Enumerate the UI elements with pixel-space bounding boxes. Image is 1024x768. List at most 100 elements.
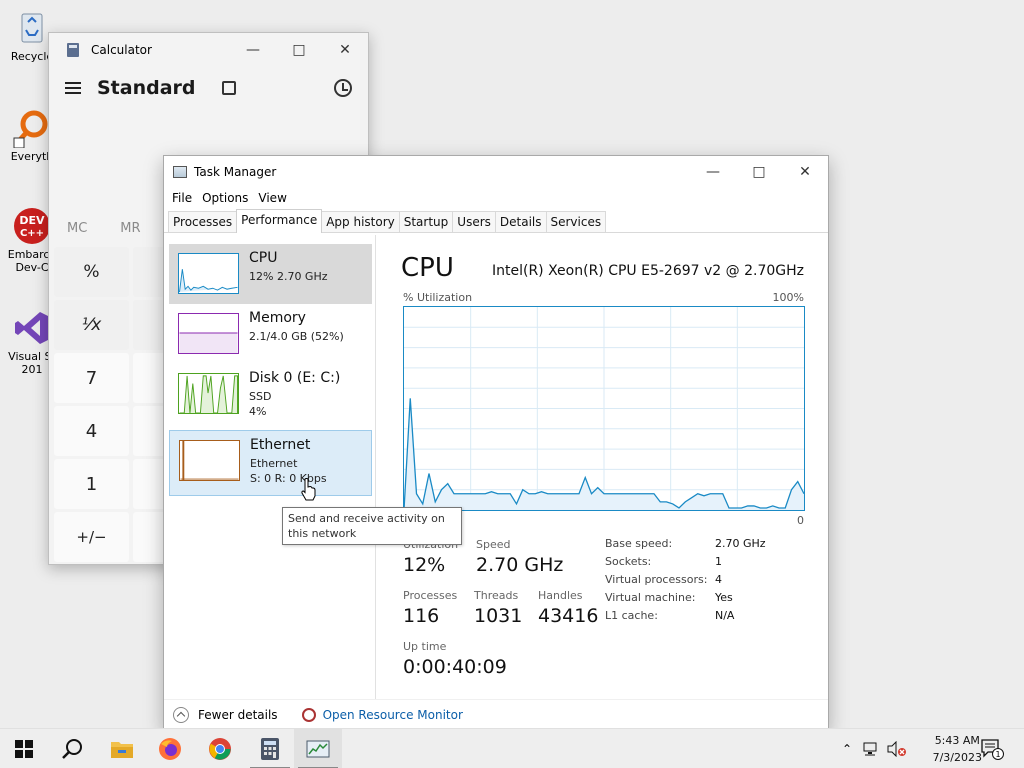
network-icon[interactable] (862, 741, 882, 757)
cpu-model-name: Intel(R) Xeon(R) CPU E5-2697 v2 @ 2.70GH… (492, 263, 804, 279)
menu-options[interactable]: Options (202, 191, 256, 205)
spec-value: 2.70 GHz (715, 537, 766, 550)
minimize-button[interactable]: — (690, 156, 736, 187)
fewer-details-link[interactable]: Fewer details (198, 708, 278, 722)
stat-value: 1031 (474, 605, 523, 627)
show-hidden-icons-chevron-icon[interactable]: ⌃ (838, 742, 856, 756)
utilization-axis-zero: 0 (797, 514, 804, 527)
task-manager-app-icon (173, 165, 187, 178)
perf-item-name: Ethernet (250, 437, 311, 453)
calculator-mode-title: Standard (97, 77, 196, 99)
collapse-chevron-icon[interactable] (173, 706, 189, 723)
tab-details[interactable]: Details (494, 211, 547, 232)
stat-label: Handles (538, 589, 583, 602)
stat-value: 116 (403, 605, 440, 627)
perf-item-detail: 2.1/4.0 GB (52%) (249, 330, 344, 343)
task-manager-footer: Fewer details Open Resource Monitor (164, 699, 828, 729)
perf-item-disk[interactable]: Disk 0 (E: C:) SSD 4% (169, 364, 372, 424)
task-manager-window[interactable]: Task Manager — □ ✕ File Options View Pro… (163, 155, 829, 730)
open-resource-monitor-link[interactable]: Open Resource Monitor (323, 708, 463, 722)
close-button[interactable]: ✕ (782, 156, 828, 187)
perf-item-detail: 12% 2.70 GHz (249, 270, 328, 283)
spec-value: 4 (715, 573, 722, 586)
tab-startup[interactable]: Startup (398, 211, 454, 232)
spec-value: 1 (715, 555, 722, 568)
close-button[interactable]: ✕ (322, 33, 368, 66)
taskbar-firefox[interactable] (146, 729, 194, 768)
notification-icon: 1 (981, 739, 1004, 760)
perf-item-detail-2: 4% (249, 405, 267, 418)
resource-monitor-icon[interactable] (301, 707, 316, 722)
stat-label: Processes (403, 589, 458, 602)
performance-sidebar: CPU 12% 2.70 GHz Memory 2.1/4.0 GB (52%)… (164, 235, 376, 699)
calculator-title: Calculator (91, 42, 152, 57)
svg-text:DEV: DEV (19, 214, 45, 227)
notification-center-button[interactable]: 1 (972, 729, 1012, 768)
taskbar-file-explorer[interactable] (98, 729, 146, 768)
stat-processes: Processes 116 (403, 589, 457, 627)
digit-1-key[interactable]: 1 (54, 459, 129, 509)
task-manager-title: Task Manager (194, 164, 277, 179)
memory-recall-button[interactable]: MR (120, 221, 140, 236)
digit-4-key[interactable]: 4 (54, 406, 129, 456)
start-button[interactable] (0, 729, 48, 768)
firefox-icon (159, 738, 181, 760)
folder-icon (111, 742, 133, 758)
menu-view[interactable]: View (258, 191, 294, 205)
keep-on-top-icon[interactable] (221, 81, 236, 95)
stat-speed: Speed 2.70 GHz (476, 538, 563, 576)
detail-title: CPU (401, 253, 454, 283)
calculator-app-icon (67, 42, 79, 57)
tab-services[interactable]: Services (545, 211, 607, 232)
cpu-thumbnail-graph (178, 253, 239, 294)
stat-label: Speed (476, 538, 511, 551)
perf-item-ethernet[interactable]: Ethernet Ethernet S: 0 R: 0 Kbps (169, 430, 372, 496)
recycle-bin-icon (12, 8, 52, 48)
calculator-titlebar[interactable]: Calculator — □ ✕ (49, 33, 368, 66)
perf-item-detail: Ethernet (250, 457, 298, 470)
volume-muted-icon[interactable] (886, 741, 908, 757)
memory-thumbnail-graph (178, 313, 239, 354)
utilization-axis-label: % Utilization (403, 291, 473, 304)
stat-uptime: Up time 0:00:40:09 (403, 640, 507, 678)
perf-item-detail: SSD (249, 390, 272, 403)
perf-item-cpu[interactable]: CPU 12% 2.70 GHz (169, 244, 372, 304)
taskbar-calculator[interactable] (246, 729, 294, 768)
stat-value: 43416 (538, 605, 599, 627)
tab-app-history[interactable]: App history (321, 211, 400, 232)
negate-key[interactable]: +/− (54, 512, 129, 562)
spec-label: Virtual machine: (605, 591, 696, 604)
minimize-button[interactable]: — (230, 33, 276, 66)
maximize-button[interactable]: □ (276, 33, 322, 66)
spec-label: Virtual processors: (605, 573, 708, 586)
utilization-axis-max: 100% (772, 291, 804, 304)
taskbar-chrome[interactable] (196, 729, 244, 768)
menu-file[interactable]: File (172, 191, 200, 205)
stat-value: 12% (403, 554, 446, 576)
percent-key[interactable]: % (54, 247, 129, 297)
tab-users[interactable]: Users (452, 211, 496, 232)
menu-bar: File Options View (164, 187, 828, 208)
calculator-icon (261, 738, 279, 760)
stat-threads: Threads 1031 (474, 589, 522, 627)
reciprocal-key[interactable]: ⅟x (54, 300, 129, 350)
perf-item-name: Disk 0 (E: C:) (249, 370, 341, 386)
maximize-button[interactable]: □ (736, 156, 782, 187)
digit-7-key[interactable]: 7 (54, 353, 129, 403)
task-manager-titlebar[interactable]: Task Manager — □ ✕ (164, 156, 828, 187)
hamburger-menu-icon[interactable] (65, 82, 81, 94)
memory-clear-button[interactable]: MC (67, 221, 87, 236)
taskbar-task-manager[interactable] (294, 729, 342, 768)
search-button[interactable] (48, 729, 96, 768)
spec-label: L1 cache: (605, 609, 658, 622)
perf-item-name: Memory (249, 310, 306, 326)
tab-processes[interactable]: Processes (168, 211, 238, 232)
notification-count: 1 (995, 750, 1000, 759)
memory-row: MC MR (67, 221, 141, 236)
tab-performance[interactable]: Performance (236, 209, 323, 233)
tab-strip: Processes Performance App history Startu… (164, 209, 828, 233)
ethernet-tooltip: Send and receive activity on this networ… (282, 507, 462, 545)
taskbar: ⌃ 5:43 AM 7/3/2023 1 (0, 728, 1024, 768)
history-icon[interactable] (334, 79, 352, 97)
perf-item-memory[interactable]: Memory 2.1/4.0 GB (52%) (169, 304, 372, 364)
